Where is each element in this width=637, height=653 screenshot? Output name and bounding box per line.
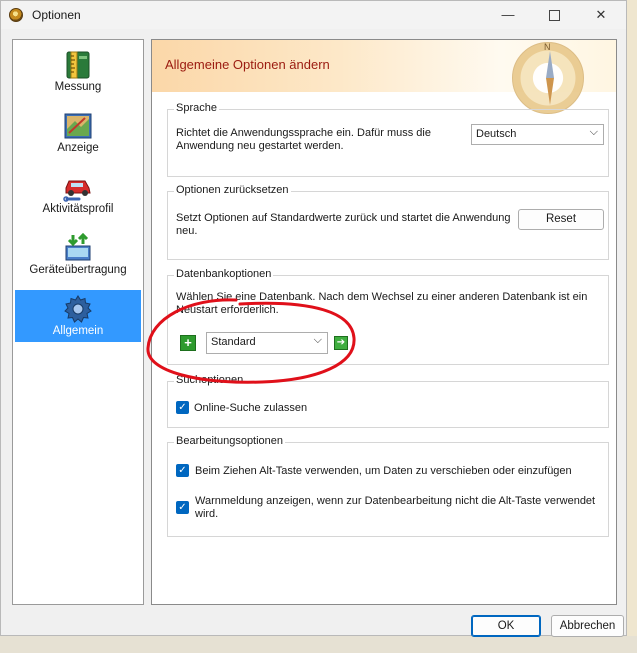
device-transfer-icon: [65, 233, 91, 261]
gear-icon: [64, 295, 92, 323]
background-map-strip-bottom: [0, 636, 637, 653]
database-group: Datenbankoptionen Wählen Sie eine Datenb…: [167, 268, 609, 365]
language-description-line1: Richtet die Anwendungssprache ein. Dafür…: [176, 127, 431, 139]
sidebar-item-label: Allgemein: [52, 325, 104, 337]
options-dialog: Optionen — ✕ Messung Anzeige Aktivitätsp…: [0, 0, 627, 637]
cancel-button[interactable]: Abbrechen: [551, 615, 624, 637]
warning-message-checkbox[interactable]: ✓: [176, 501, 189, 514]
alt-drag-label: Beim Ziehen Alt-Taste verwenden, um Date…: [195, 465, 572, 477]
content-header: Allgemeine Optionen ändern N: [152, 40, 616, 114]
switch-database-button[interactable]: ➔: [334, 336, 348, 350]
sidebar-item-geraeteuebertragung[interactable]: Geräteübertragung: [15, 229, 141, 281]
chevron-down-icon: ⌵: [313, 334, 322, 346]
warning-message-label-line1: Warnmeldung anzeigen, wenn zur Datenbear…: [195, 495, 596, 507]
maximize-button[interactable]: [531, 1, 577, 29]
sidebar-item-label: Anzeige: [57, 142, 99, 154]
ruler-book-icon: [66, 51, 90, 79]
warning-message-label-line2: wird.: [195, 508, 219, 520]
group-legend: Optionen zurücksetzen: [174, 184, 291, 196]
compass-needle-south: [546, 78, 554, 105]
alt-drag-checkbox[interactable]: ✓: [176, 464, 189, 477]
sidebar-item-aktivitaetsprofil[interactable]: Aktivitätsprofil: [15, 168, 141, 220]
map-display-icon: [64, 113, 92, 139]
database-description-line1: Wählen Sie eine Datenbank. Nach dem Wech…: [176, 291, 588, 303]
editing-group: Bearbeitungsoptionen ✓ Beim Ziehen Alt-T…: [167, 435, 609, 537]
language-group: Sprache Richtet die Anwendungssprache ei…: [167, 102, 609, 177]
compass-decoration-icon: N: [512, 42, 584, 114]
group-legend: Datenbankoptionen: [174, 268, 274, 280]
compass-needle-north: [546, 51, 554, 78]
ok-button[interactable]: OK: [471, 615, 541, 637]
title-bar[interactable]: Optionen — ✕: [1, 1, 626, 29]
sidebar-item-allgemein[interactable]: Allgemein: [15, 290, 141, 342]
add-database-button[interactable]: +: [180, 335, 196, 351]
reset-group: Optionen zurücksetzen Setzt Optionen auf…: [167, 184, 609, 260]
group-legend: Suchoptionen: [174, 374, 246, 386]
sidebar-item-messung[interactable]: Messung: [15, 46, 141, 98]
language-select[interactable]: Deutsch ⌵: [471, 124, 604, 145]
page-title: Allgemeine Optionen ändern: [165, 57, 330, 72]
reset-description-line1: Setzt Optionen auf Standardwerte zurück …: [176, 212, 511, 224]
app-compass-icon: [9, 8, 23, 22]
group-legend: Bearbeitungsoptionen: [174, 435, 286, 447]
options-sidebar: Messung Anzeige Aktivitätsprofil Geräteü…: [12, 39, 144, 605]
sidebar-item-label: Geräteübertragung: [29, 264, 127, 276]
group-legend: Sprache: [174, 102, 219, 114]
window-title: Optionen: [32, 8, 81, 22]
online-search-label: Online-Suche zulassen: [194, 402, 308, 414]
reset-button[interactable]: Reset: [518, 209, 604, 230]
background-map-strip: [627, 0, 637, 653]
reset-description-line2: neu.: [176, 225, 198, 237]
database-description-line2: Neustart erforderlich.: [176, 304, 279, 316]
language-select-value: Deutsch: [476, 128, 517, 140]
chevron-down-icon: ⌵: [589, 126, 598, 138]
online-search-checkbox[interactable]: ✓: [176, 401, 189, 414]
database-select-value: Standard: [211, 336, 256, 348]
sidebar-item-label: Messung: [54, 81, 102, 93]
language-description-line2: Anwendung neu gestartet werden.: [176, 140, 344, 152]
search-group: Suchoptionen ✓ Online-Suche zulassen: [167, 374, 609, 428]
car-wrench-icon: [63, 180, 91, 202]
minimize-button[interactable]: —: [485, 1, 531, 29]
database-select[interactable]: Standard ⌵: [206, 332, 328, 354]
sidebar-item-label: Aktivitätsprofil: [42, 203, 114, 215]
sidebar-item-anzeige[interactable]: Anzeige: [15, 107, 141, 159]
maximize-icon: [548, 10, 560, 21]
close-button[interactable]: ✕: [578, 1, 624, 29]
